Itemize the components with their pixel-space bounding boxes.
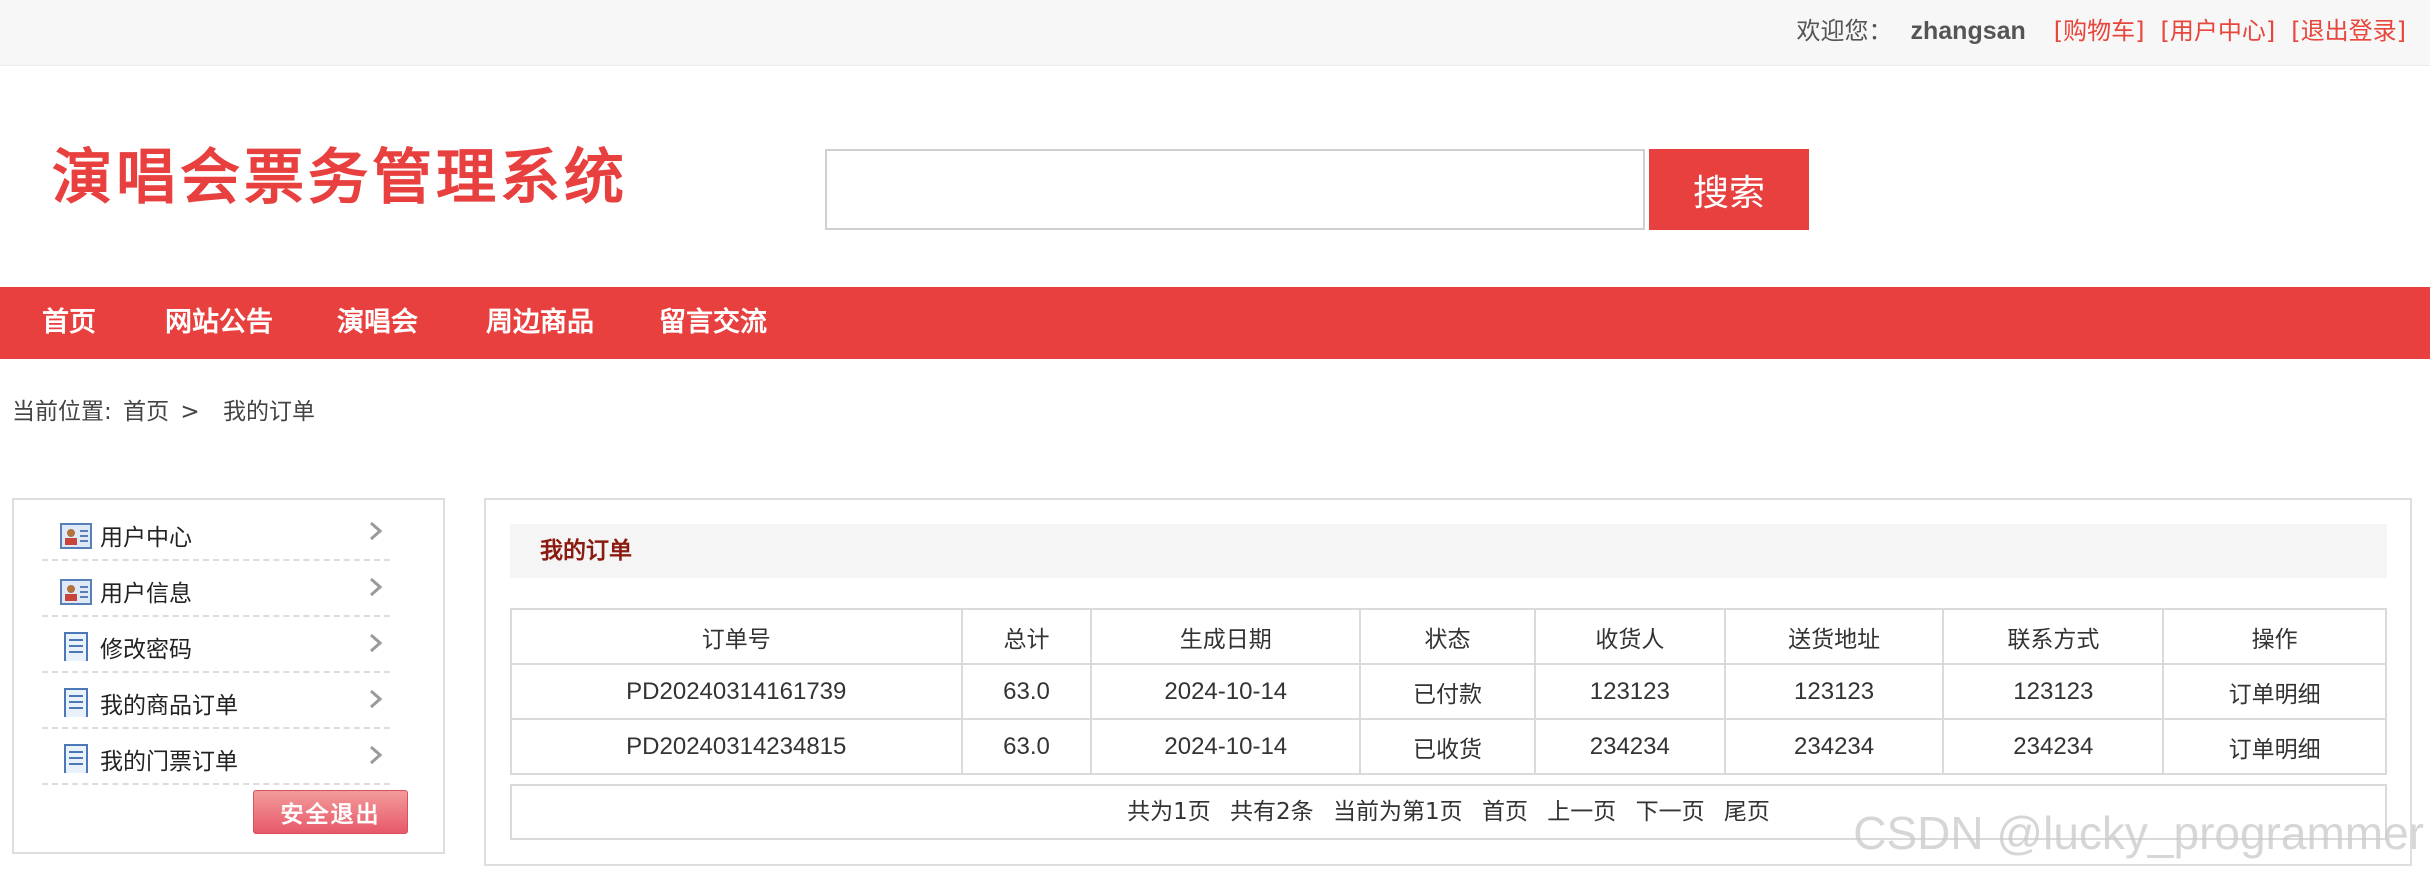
safe-logout-button[interactable]: 安全退出 — [253, 790, 408, 834]
search-button[interactable]: 搜索 — [1649, 149, 1809, 230]
top-bar: 欢迎您： zhangsan [购物车] [用户中心] [退出登录] — [0, 0, 2430, 66]
order-detail-link[interactable]: 订单明细 — [2162, 663, 2387, 720]
table-row: PD20240314161739 63.0 2024-10-14 已付款 123… — [510, 663, 2387, 720]
document-icon — [64, 632, 88, 661]
total-cell: 63.0 — [960, 663, 1093, 720]
orders-table: 订单号 总计 生成日期 状态 收货人 送货地址 联系方式 操作 PD202403… — [510, 608, 2387, 775]
breadcrumb-current: 我的订单 — [222, 399, 315, 425]
total-cell: 63.0 — [960, 718, 1093, 775]
sidebar-item-change-password[interactable]: 修改密码 — [42, 617, 390, 673]
order-detail-link[interactable]: 订单明细 — [2162, 718, 2387, 775]
breadcrumb-home[interactable]: 首页 — [123, 399, 169, 425]
order-number-cell: PD20240314161739 — [510, 663, 963, 720]
table-row: PD20240314234815 63.0 2024-10-14 已收货 234… — [510, 718, 2387, 775]
status-cell: 已付款 — [1359, 663, 1536, 720]
sidebar-item-user-info[interactable]: 用户信息 — [42, 561, 390, 617]
welcome-text: 欢迎您： — [1796, 17, 1893, 45]
table-header-row: 订单号 总计 生成日期 状态 收货人 送货地址 联系方式 操作 — [510, 608, 2387, 665]
pager-prev[interactable]: 上一页 — [1547, 799, 1616, 825]
panel-title: 我的订单 — [540, 538, 632, 564]
column-header: 操作 — [2162, 608, 2387, 665]
watermark: CSDN @lucky_programmer — [1853, 807, 2424, 859]
column-header: 状态 — [1359, 608, 1536, 665]
user-sidebar: 用户中心 用户信息 修改密码 我的商品订单 我的门票订单 安全退出 — [12, 498, 445, 854]
sidebar-item-label: 我的商品订单 — [100, 693, 238, 719]
nav-concerts[interactable]: 演唱会 — [337, 287, 418, 359]
sidebar-item-label: 修改密码 — [100, 637, 192, 663]
sidebar-item-label: 用户中心 — [100, 525, 192, 551]
id-card-icon — [60, 523, 92, 549]
user-links: 欢迎您： zhangsan [购物车] [用户中心] [退出登录] — [1797, 14, 2407, 48]
nav-announcements[interactable]: 网站公告 — [165, 287, 273, 359]
column-header: 订单号 — [510, 608, 963, 665]
pager-current-page: 当前为第1页 — [1333, 799, 1463, 825]
recipient-cell: 123123 — [1533, 663, 1726, 720]
sidebar-item-label: 我的门票订单 — [100, 749, 238, 775]
sidebar-item-user-center[interactable]: 用户中心 — [42, 505, 390, 561]
address-cell: 123123 — [1723, 663, 1945, 720]
id-card-icon — [60, 579, 92, 605]
main-nav: 首页 网站公告 演唱会 周边商品 留言交流 — [0, 287, 2430, 359]
column-header: 总计 — [960, 608, 1093, 665]
chevron-right-icon — [370, 689, 383, 709]
order-number-cell: PD20240314234815 — [510, 718, 963, 775]
column-header: 联系方式 — [1942, 608, 2165, 665]
nav-home[interactable]: 首页 — [42, 287, 96, 359]
site-logo[interactable]: 演唱会票务管理系统 — [52, 140, 628, 216]
panel-header: 我的订单 — [510, 524, 2387, 578]
chevron-right-icon — [370, 577, 383, 597]
sidebar-item-ticket-orders[interactable]: 我的门票订单 — [42, 729, 390, 785]
pager-total-pages: 共为1页 — [1127, 799, 1211, 825]
user-center-link[interactable]: [用户中心] — [2161, 14, 2276, 48]
date-cell: 2024-10-14 — [1090, 663, 1362, 720]
breadcrumb: 当前位置: 首页 > 我的订单 — [12, 395, 319, 429]
nav-merchandise[interactable]: 周边商品 — [486, 287, 594, 359]
username: zhangsan — [1910, 17, 2026, 45]
chevron-right-icon — [370, 521, 383, 541]
contact-cell: 234234 — [1942, 718, 2165, 775]
column-header: 送货地址 — [1723, 608, 1945, 665]
sidebar-item-label: 用户信息 — [100, 581, 192, 607]
sidebar-item-product-orders[interactable]: 我的商品订单 — [42, 673, 390, 729]
address-cell: 234234 — [1723, 718, 1945, 775]
chevron-right-icon — [370, 633, 383, 653]
recipient-cell: 234234 — [1533, 718, 1726, 775]
pager-next[interactable]: 下一页 — [1636, 799, 1705, 825]
nav-messages[interactable]: 留言交流 — [659, 287, 767, 359]
contact-cell: 123123 — [1942, 663, 2165, 720]
date-cell: 2024-10-14 — [1090, 718, 1362, 775]
pager-last[interactable]: 尾页 — [1724, 799, 1770, 825]
breadcrumb-prefix: 当前位置: — [12, 399, 112, 425]
chevron-right-icon — [370, 745, 383, 765]
breadcrumb-separator: > — [180, 399, 200, 425]
logout-link[interactable]: [退出登录] — [2291, 14, 2406, 48]
search-input[interactable] — [825, 149, 1645, 230]
cart-link[interactable]: [购物车] — [2054, 14, 2145, 48]
status-cell: 已收货 — [1359, 718, 1536, 775]
pager-first[interactable]: 首页 — [1482, 799, 1528, 825]
document-icon — [64, 744, 88, 773]
document-icon — [64, 688, 88, 717]
pager-total-items: 共有2条 — [1230, 799, 1314, 825]
column-header: 收货人 — [1533, 608, 1726, 665]
column-header: 生成日期 — [1090, 608, 1362, 665]
